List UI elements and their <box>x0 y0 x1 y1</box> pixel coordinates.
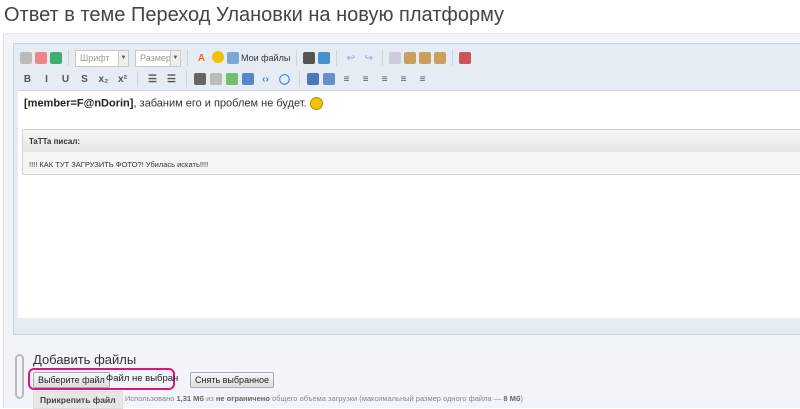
toolbar-separator <box>336 50 338 66</box>
chevron-down-icon: ▼ <box>170 50 180 66</box>
underline-icon[interactable]: U <box>58 72 73 87</box>
outdent-icon[interactable]: ≡ <box>339 72 354 87</box>
paste-word-icon[interactable] <box>434 52 447 64</box>
unlink-icon[interactable] <box>210 73 222 85</box>
copy-icon[interactable] <box>389 52 402 64</box>
align-center-icon[interactable]: ≡ <box>396 72 411 87</box>
strike-icon[interactable]: S <box>77 72 92 87</box>
quote-author: TaTTa писал: <box>23 130 800 152</box>
rich-text-editor: Шрифт ▼ Размер ▼ A Мои файлы ↩ ↪ B I U Sx₂ x² ☰ ☰… <box>13 43 800 335</box>
quote-text: !!!! КАК ТУТ ЗАГРУЗИТЬ ФОТО?! Убилась ис… <box>29 160 209 169</box>
my-files-button[interactable]: Мои файлы <box>227 52 290 64</box>
align-left-icon[interactable]: ≡ <box>377 72 392 87</box>
text-color-icon[interactable]: A <box>194 51 209 66</box>
find-replace-icon[interactable] <box>318 52 331 64</box>
image-icon[interactable] <box>226 73 238 85</box>
smiley-icon[interactable] <box>212 50 224 63</box>
numbered-list-icon[interactable]: ☰ <box>164 72 179 87</box>
code-icon[interactable]: ‹› <box>258 72 273 87</box>
align-right-icon[interactable]: ≡ <box>415 72 430 87</box>
chevron-down-icon: ▼ <box>118 50 128 66</box>
italic-icon[interactable]: I <box>39 72 54 87</box>
printer-icon[interactable] <box>303 52 316 64</box>
remove-format-icon[interactable] <box>50 52 62 64</box>
add-files-heading: Добавить файлы <box>33 352 137 367</box>
page-title: Ответ в теме Переход Улановки на новую п… <box>4 4 505 26</box>
size-select[interactable]: Размер ▼ <box>135 49 181 67</box>
media-icon[interactable] <box>242 73 254 85</box>
superscript-icon[interactable]: x² <box>115 72 130 87</box>
link-icon[interactable] <box>194 73 206 85</box>
undo-icon[interactable]: ↩ <box>343 51 358 66</box>
attach-file-button[interactable]: Прикрепить файл <box>33 391 123 409</box>
spoiler-icon[interactable] <box>307 73 319 85</box>
my-files-label: Мои файлы <box>241 53 291 63</box>
spellcheck-icon[interactable] <box>459 52 472 64</box>
paperclip-icon <box>15 354 24 399</box>
toolbar-separator <box>299 71 300 87</box>
toolbar-separator <box>382 50 384 66</box>
quote-block: TaTTa писал: !!!! КАК ТУТ ЗАГРУЗИТЬ ФОТО… <box>22 129 800 175</box>
size-select-label: Размер <box>140 53 171 63</box>
bold-icon[interactable]: B <box>20 72 35 87</box>
message-text: , забаним его и проблем не будет. <box>133 97 307 110</box>
toolbar-separator <box>137 71 138 87</box>
eraser-icon[interactable] <box>35 52 47 64</box>
redo-icon[interactable]: ↪ <box>361 51 376 66</box>
choose-file-button[interactable]: Выберите файл <box>33 372 110 388</box>
no-file-chosen-label: Файл не выбран <box>106 373 179 384</box>
files-icon <box>227 52 239 64</box>
toolbar-separator <box>452 50 454 66</box>
bullet-list-icon[interactable]: ☰ <box>145 72 160 87</box>
toolbar-row-1: Шрифт ▼ Размер ▼ A Мои файлы ↩ ↪ <box>20 47 472 69</box>
upload-usage-info: Использовано 1,31 Мб из не ограничено об… <box>125 394 523 403</box>
smiley-icon <box>309 97 323 110</box>
table-icon[interactable] <box>323 73 335 85</box>
toolbar-row-2: B I U Sx₂ x² ☰ ☰ ‹› ◯ ≡ ≡ ≡ ≡ ≡ <box>20 68 430 90</box>
editor-content[interactable]: [member=F@nDorin], забаним его и проблем… <box>18 90 800 318</box>
font-select-label: Шрифт <box>80 53 110 63</box>
font-select[interactable]: Шрифт ▼ <box>75 49 129 67</box>
toolbar-separator <box>186 71 187 87</box>
clear-selected-button[interactable]: Снять выбранное <box>190 372 275 388</box>
paste-icon[interactable] <box>404 52 417 64</box>
quote-icon[interactable]: ◯ <box>277 72 292 87</box>
indent-icon[interactable]: ≡ <box>358 72 373 87</box>
paste-text-icon[interactable] <box>419 52 432 64</box>
member-tag: [member=F@nDorin] <box>24 97 134 110</box>
source-icon[interactable] <box>20 52 32 64</box>
subscript-icon[interactable]: x₂ <box>96 72 111 87</box>
